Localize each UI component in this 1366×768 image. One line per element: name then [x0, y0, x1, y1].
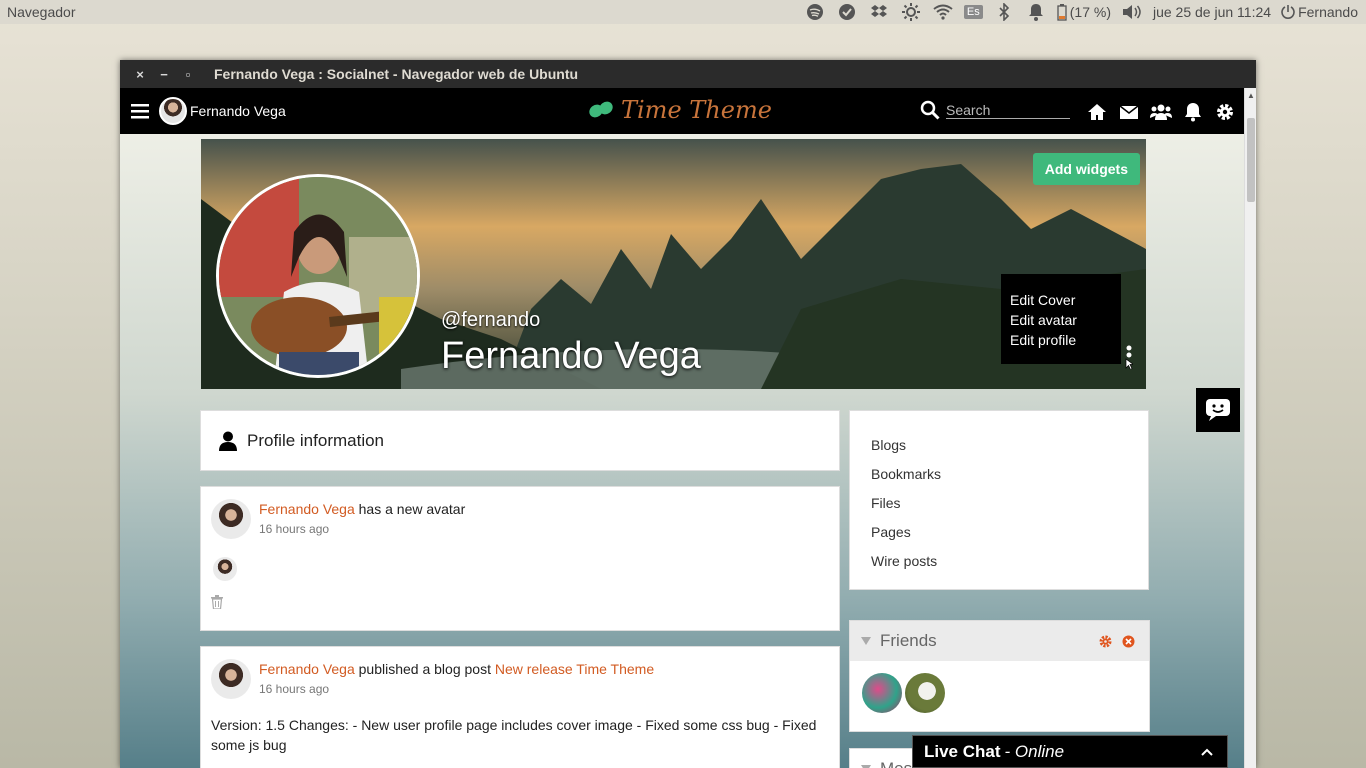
edit-cover-menu-item[interactable]: Edit Cover: [1010, 290, 1121, 310]
chat-toggle-button[interactable]: [1196, 388, 1240, 432]
tasks-check-icon[interactable]: [836, 2, 858, 22]
collapse-triangle-icon[interactable]: [860, 764, 872, 768]
messages-widget-title: Mes: [880, 759, 912, 768]
edit-avatar-menu-item[interactable]: Edit avatar: [1010, 310, 1121, 330]
sidebar-link-bookmarks[interactable]: Bookmarks: [871, 460, 1148, 489]
activity-author-link[interactable]: Fernando Vega: [259, 501, 355, 517]
window-titlebar: × − ▫ Fernando Vega : Socialnet - Navega…: [120, 60, 1256, 88]
logo-icon: [587, 98, 615, 122]
live-chat-status: - Online: [1004, 741, 1065, 761]
battery-icon[interactable]: [1057, 3, 1067, 21]
page-scrollbar[interactable]: ▲: [1244, 88, 1256, 768]
window-minimize-button[interactable]: −: [152, 67, 176, 82]
widget-settings-gear-icon[interactable]: [1099, 635, 1112, 648]
home-icon[interactable]: [1086, 102, 1108, 122]
profile-username: @fernando: [441, 309, 541, 331]
logo-text: Time Theme: [621, 96, 772, 124]
widget-close-icon[interactable]: [1122, 635, 1135, 648]
site-logo[interactable]: Time Theme: [587, 96, 772, 124]
search-icon[interactable]: [920, 100, 940, 120]
volume-icon[interactable]: [1121, 2, 1143, 22]
page-viewport: Fernando Vega Time Theme Search Add widg…: [120, 88, 1244, 768]
dropbox-icon[interactable]: [868, 2, 890, 22]
activity-author-avatar[interactable]: [211, 499, 251, 539]
active-app-name: Navegador: [7, 4, 76, 20]
delete-trash-icon[interactable]: [211, 595, 829, 609]
profile-avatar[interactable]: [216, 174, 420, 378]
spotify-icon[interactable]: [804, 2, 826, 22]
activity-summary: Fernando Vega published a blog post New …: [259, 661, 654, 677]
friend-avatar[interactable]: [862, 673, 902, 713]
system-top-bar: Navegador Es (17 %) jue 25 de jun 11:24 …: [0, 0, 1366, 24]
scroll-up-arrow-icon[interactable]: ▲: [1245, 88, 1257, 102]
activity-summary: Fernando Vega has a new avatar: [259, 501, 465, 517]
profile-information-panel[interactable]: Profile information: [200, 410, 840, 471]
sidebar-link-blogs[interactable]: Blogs: [871, 431, 1148, 460]
user-icon: [219, 431, 237, 451]
session-user-name[interactable]: Fernando: [1298, 4, 1358, 20]
friends-group-icon[interactable]: [1150, 102, 1172, 122]
site-navbar: Fernando Vega Time Theme: [120, 88, 1244, 134]
live-chat-label: Live Chat: [924, 741, 1001, 761]
navbar-user-name[interactable]: Fernando Vega: [190, 103, 286, 119]
activity-timestamp: 16 hours ago: [259, 522, 330, 536]
activity-item: Fernando Vega published a blog post New …: [200, 646, 840, 768]
blog-post-excerpt: Version: 1.5 Changes: - New user profile…: [211, 717, 817, 753]
power-user-icon[interactable]: [1281, 4, 1295, 20]
activity-action-text: published a blog post: [354, 661, 495, 677]
battery-percentage: (17 %): [1069, 4, 1111, 20]
friends-widget: Friends: [849, 620, 1150, 732]
scroll-thumb[interactable]: [1247, 118, 1255, 202]
mail-icon[interactable]: [1118, 102, 1140, 122]
friends-widget-header[interactable]: Friends: [850, 621, 1149, 661]
activity-item: Fernando Vega has a new avatar 16 hours …: [200, 486, 840, 631]
sidebar-link-wire-posts[interactable]: Wire posts: [871, 547, 1148, 576]
activity-timestamp: 16 hours ago: [259, 682, 330, 696]
blog-post-link[interactable]: New release Time Theme: [495, 661, 654, 677]
sidebar-link-pages[interactable]: Pages: [871, 518, 1148, 547]
browser-window: × − ▫ Fernando Vega : Socialnet - Navega…: [120, 60, 1256, 768]
activity-author-link[interactable]: Fernando Vega: [259, 661, 355, 677]
navbar-icon-group: [1086, 102, 1236, 122]
sidebar-link-files[interactable]: Files: [871, 489, 1148, 518]
collapse-triangle-icon[interactable]: [860, 636, 872, 646]
window-maximize-button[interactable]: ▫: [176, 67, 200, 82]
search-input[interactable]: [946, 101, 1070, 119]
keyboard-layout-indicator[interactable]: Es: [963, 5, 983, 19]
add-widgets-button[interactable]: Add widgets: [1032, 153, 1140, 185]
chat-bubble-icon: [1205, 398, 1231, 422]
settings-gear-icon[interactable]: [1214, 102, 1236, 122]
activity-action-text: has a new avatar: [354, 501, 466, 517]
window-close-button[interactable]: ×: [128, 67, 152, 82]
profile-cover: Add widgets @fernando Fernando Vega Edit…: [201, 139, 1146, 389]
window-title: Fernando Vega : Socialnet - Navegador we…: [214, 66, 579, 82]
chevron-up-icon[interactable]: [1201, 748, 1213, 756]
more-options-kebab-icon[interactable]: [1125, 345, 1133, 369]
friends-widget-title: Friends: [880, 631, 937, 650]
search-box: [920, 100, 1070, 120]
navbar-user-avatar[interactable]: [159, 97, 187, 125]
clock[interactable]: jue 25 de jun 11:24: [1153, 4, 1271, 20]
brightness-icon[interactable]: [900, 2, 922, 22]
notifications-bell-icon[interactable]: [1182, 102, 1204, 122]
profile-information-label: Profile information: [247, 430, 385, 450]
profile-owner-links: Blogs Bookmarks Files Pages Wire posts: [849, 410, 1149, 590]
notification-bell-icon[interactable]: [1025, 2, 1047, 22]
live-chat-bar[interactable]: Live Chat - Online: [912, 735, 1228, 768]
profile-display-name: Fernando Vega: [441, 335, 701, 377]
profile-edit-menu: Edit Cover Edit avatar Edit profile: [1001, 274, 1121, 364]
bluetooth-icon[interactable]: [993, 2, 1015, 22]
activity-author-avatar[interactable]: [211, 659, 251, 699]
friend-avatar[interactable]: [905, 673, 945, 713]
new-avatar-thumbnail[interactable]: [213, 557, 237, 581]
hamburger-menu-icon[interactable]: [131, 103, 149, 119]
edit-profile-menu-item[interactable]: Edit profile: [1010, 330, 1121, 350]
wifi-icon[interactable]: [932, 2, 954, 22]
